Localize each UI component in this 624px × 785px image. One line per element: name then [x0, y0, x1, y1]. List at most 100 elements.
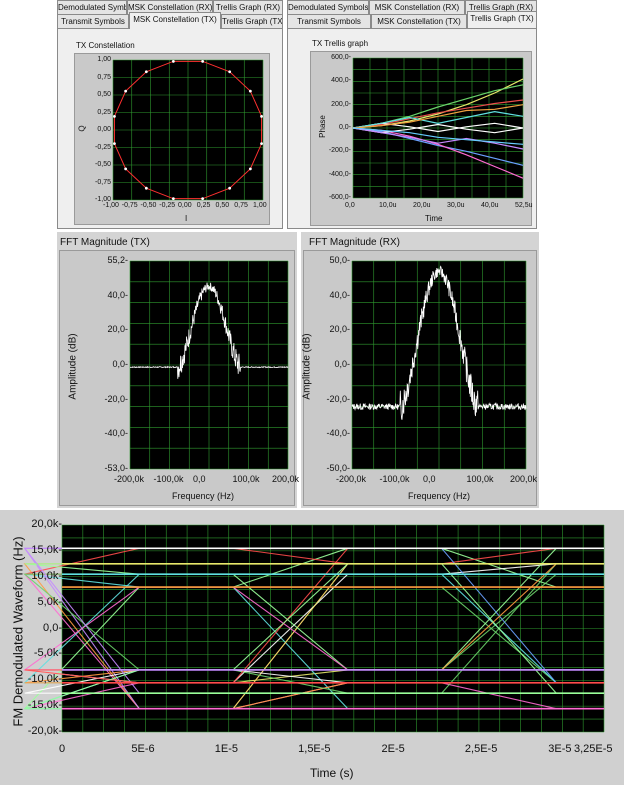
eye-trace	[23, 547, 604, 694]
constellation-graph: 1,00 0,75 0,50 0,25 0,00 -0,25 -0,50 -0,75 -1,00…	[74, 53, 270, 225]
constellation-point	[113, 142, 116, 146]
x-tick-label: 0,00	[178, 202, 192, 209]
y-tick-label: 200,0-	[331, 100, 351, 108]
tab-msk-constellation-tx[interactable]: MSK Constellation (TX)	[371, 14, 467, 28]
trellis-svg	[352, 57, 524, 199]
constellation-svg	[112, 59, 264, 201]
trellis-xlabel: Time	[425, 214, 443, 223]
eye-trace	[24, 563, 604, 684]
y-tick-label: -50,0-	[326, 463, 350, 473]
eye-ylabel: FM Demodulated Waveform (Hz)	[10, 536, 26, 727]
x-tick-label: 1,5E-5	[298, 743, 331, 755]
constellation-point	[228, 186, 232, 190]
eye-svg	[22, 524, 605, 733]
y-tick-label: 600,0-	[331, 54, 351, 61]
x-tick-label: 1E-5	[214, 743, 239, 755]
y-tick-label: 400,0-	[331, 77, 351, 85]
constellation-point	[171, 197, 175, 201]
x-tick-label: -1,00	[103, 202, 119, 209]
trellis-ylabel: Phase	[317, 115, 327, 138]
fft-tx-plot-area[interactable]	[129, 260, 289, 470]
constellation-point	[144, 186, 148, 190]
constellation-point	[248, 89, 252, 93]
eye-plot-area[interactable]	[22, 524, 605, 733]
constellation-xlabel: I	[185, 214, 188, 223]
x-tick-label: 0,75	[234, 202, 248, 209]
trellis-title: TX Trellis graph	[312, 39, 369, 48]
constellation-point	[260, 142, 263, 146]
y-tick-label: -40,0-	[326, 428, 350, 439]
eye-trace	[24, 563, 604, 684]
constellation-plot-area[interactable]	[112, 59, 264, 201]
constellation-ylabel: Q	[77, 125, 87, 132]
x-tick-label: 0,0	[423, 474, 436, 484]
tab-trellis-graph-tx[interactable]: Trellis Graph (TX)	[221, 14, 283, 28]
x-tick-label: -100,0k	[153, 474, 184, 484]
left-tab-control: Demodulated Symbols MSK Constellation (R…	[57, 0, 283, 229]
constellation-point	[228, 70, 232, 74]
fft-tx-panel: FFT Magnitude (TX) 55,2- 40,0- 20,0- 0,0- -2…	[57, 232, 299, 508]
x-tick-label: 2E-5	[381, 743, 405, 755]
y-tick-label: -53,0-	[104, 463, 128, 473]
constellation-point	[260, 114, 263, 118]
constellation-tab-page: TX Constellation 1,00 0,75 0,50 0,25 0,00 -0,…	[57, 28, 283, 229]
x-tick-label: -0,25	[159, 202, 176, 209]
x-tick-label: 5E-6	[131, 743, 155, 755]
tab-demodulated-symbols[interactable]: Demodulated Symbols	[287, 0, 369, 14]
constellation-point	[201, 59, 205, 63]
y-tick-label: -0,75	[95, 178, 111, 186]
x-tick-label: -200,0k	[114, 474, 145, 484]
fft-rx-panel: FFT Magnitude (RX) 50,0- 40,0- 20,0- 0,0- -2…	[301, 232, 539, 508]
tab-trellis-graph-rx[interactable]: Trellis Graph (RX)	[213, 0, 283, 14]
x-tick-label: 0,0	[193, 474, 206, 484]
x-tick-label: -200,0k	[336, 474, 367, 484]
x-tick-label: 3E-5	[548, 743, 572, 755]
tab-demodulated-symbols[interactable]: Demodulated Symbols	[57, 0, 127, 14]
x-tick-label: 30,0u	[447, 202, 465, 209]
y-tick-label: 0,75	[97, 73, 111, 81]
x-tick-label: 0,25	[196, 202, 211, 209]
eye-trace	[24, 547, 604, 671]
y-tick-label: 40,0-	[107, 289, 128, 300]
x-tick-label: 100,0k	[466, 474, 494, 484]
y-tick-label: 20,0k-	[31, 518, 62, 530]
fft-tx-graph: 55,2- 40,0- 20,0- 0,0- -20,0- -40,0- -53,0- -2…	[59, 250, 299, 506]
fft-rx-ylabel: Amplitude (dB)	[301, 333, 313, 400]
x-tick-label: 2,5E-5	[464, 743, 498, 755]
constellation-point	[201, 197, 205, 201]
fft-rx-title: FFT Magnitude (RX)	[309, 237, 400, 248]
constellation-point	[113, 114, 116, 118]
x-tick-label: -100,0k	[379, 474, 410, 484]
x-tick-label: -0,50	[140, 202, 157, 209]
constellation-point	[124, 167, 128, 171]
trellis-plot-area[interactable]	[352, 57, 524, 199]
fft-tx-svg	[129, 260, 289, 470]
x-tick-label: 20,0u	[413, 202, 431, 209]
eye-xlabel: Time (s)	[310, 766, 354, 780]
y-tick-label: -40,0-	[104, 428, 128, 439]
tab-msk-constellation-tx[interactable]: MSK Constellation (TX)	[129, 12, 221, 29]
y-tick-label: 0,0-	[112, 359, 128, 369]
fft-rx-xlabel: Frequency (Hz)	[408, 491, 471, 501]
fft-rx-plot-area[interactable]	[351, 260, 527, 470]
fft-tx-title: FFT Magnitude (TX)	[60, 237, 150, 248]
x-tick-label: 0	[59, 743, 66, 755]
fft-rx-graph: 50,0- 40,0- 20,0- 0,0- -20,0- -40,0- -50,0- -2…	[301, 250, 537, 506]
y-tick-label: -400,0-	[328, 170, 351, 178]
x-tick-label: 1,00	[253, 202, 267, 209]
fft-tx-ylabel: Amplitude (dB)	[67, 333, 79, 400]
x-tick-label: 40,0u	[481, 202, 499, 209]
x-tick-label: -0,75	[121, 202, 138, 209]
y-tick-label: -20,0-	[104, 393, 128, 404]
x-tick-label: 10,0u	[379, 202, 397, 209]
y-tick-label: 1,00	[97, 56, 111, 63]
tab-transmit-symbols[interactable]: Transmit Symbols	[287, 14, 371, 28]
y-tick-label: -0,50	[95, 161, 111, 168]
tab-transmit-symbols[interactable]: Transmit Symbols	[57, 14, 129, 28]
tab-msk-constellation-rx[interactable]: MSK Constellation (RX)	[369, 0, 465, 14]
x-tick-label: 52,5u	[515, 202, 533, 209]
y-tick-label: -0,25	[95, 143, 111, 151]
tab-trellis-graph-tx[interactable]: Trellis Graph (TX)	[467, 11, 537, 28]
y-tick-label: -600,0-	[328, 194, 351, 201]
trellis-graph: 600,0- 400,0- 200,0- 0,0- -200,0- -400,0- -600…	[310, 51, 533, 226]
